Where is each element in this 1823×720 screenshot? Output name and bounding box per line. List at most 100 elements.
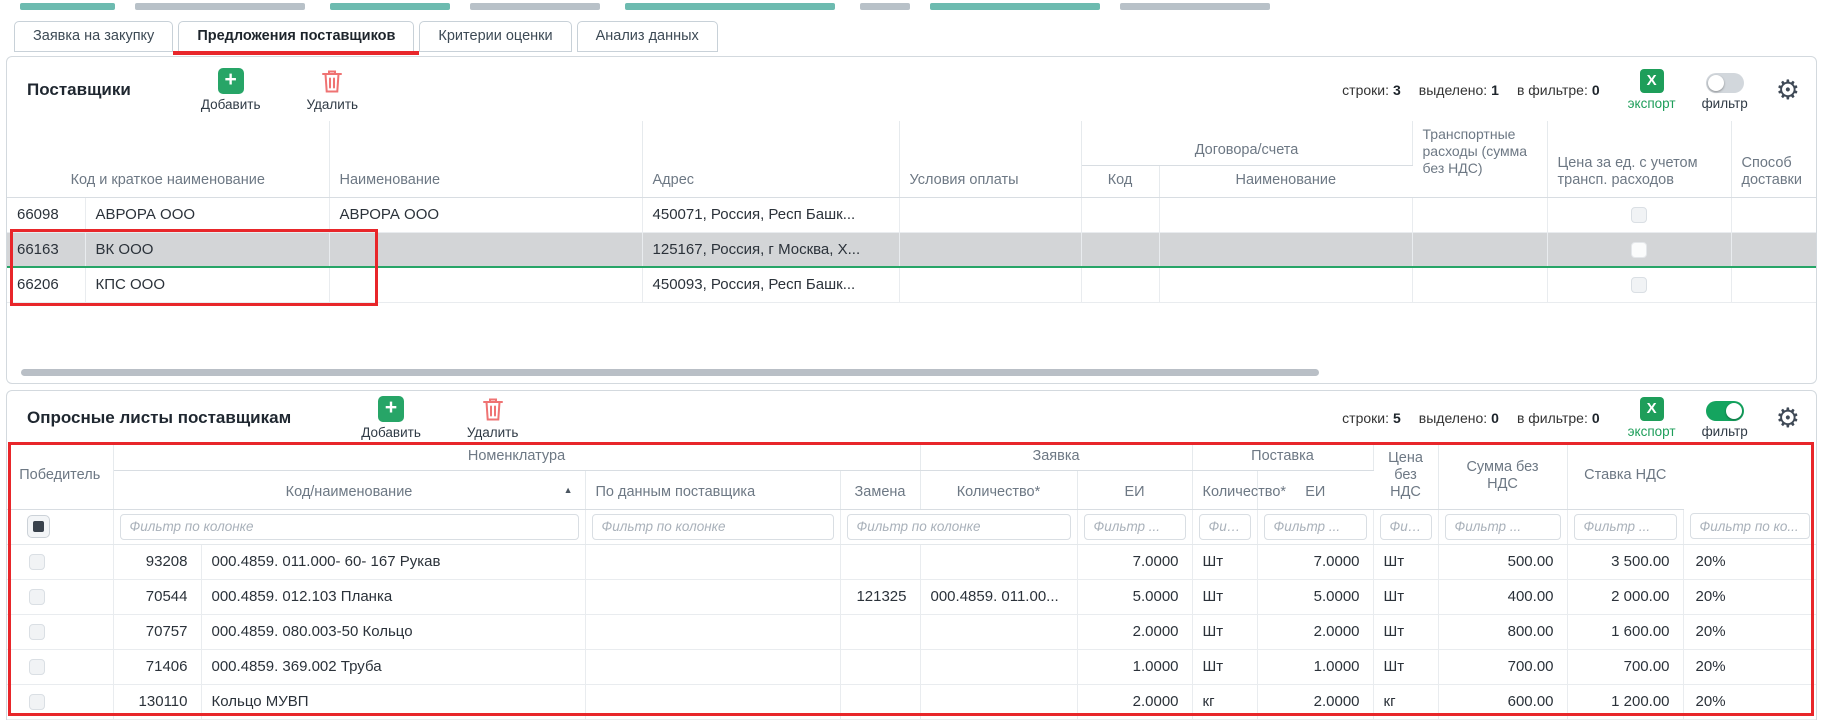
cell-unit-delivery: кг	[1373, 684, 1438, 719]
filter-input-qty-delivery[interactable]	[1264, 514, 1367, 540]
winner-filter-checkbox[interactable]	[27, 515, 50, 538]
horizontal-scrollbar[interactable]	[21, 369, 1319, 376]
filter-cell	[1373, 509, 1438, 544]
filter-input-qty-request[interactable]	[1084, 514, 1186, 540]
col-header-name[interactable]: Наименование	[329, 121, 642, 197]
cell-transport	[1412, 197, 1547, 232]
cell-name: 000.4859. 012.103 Планка	[201, 579, 585, 614]
col-header-contract-name[interactable]: Наименование	[1159, 165, 1412, 197]
winner-checkbox[interactable]	[29, 624, 45, 640]
cell-unit-request: Шт	[1192, 579, 1257, 614]
cell-delivery	[1731, 197, 1816, 232]
cell-unit-request: Шт	[1192, 544, 1257, 579]
tab-supplier-offers[interactable]: Предложения поставщиков	[178, 21, 414, 52]
cell-payment	[899, 197, 1081, 232]
filter-input-replacement[interactable]	[847, 514, 1071, 540]
unit-price-checkbox[interactable]	[1631, 207, 1647, 223]
cell-supplier-data	[585, 579, 840, 614]
sheet-row[interactable]: 71406 000.4859. 369.002 Труба 1.0000 Шт …	[7, 649, 1816, 684]
col-header-sum-no-vat[interactable]: Сумма без НДС	[1438, 443, 1567, 509]
winner-checkbox[interactable]	[29, 694, 45, 710]
filter-cell	[1192, 509, 1257, 544]
sheet-row[interactable]: 93208 000.4859. 011.000- 60- 167 Рукав 7…	[7, 544, 1816, 579]
col-header-transport-costs[interactable]: Транспортные расходы (сумма без НДС)	[1412, 121, 1547, 197]
col-header-contract-code[interactable]: Код	[1081, 165, 1159, 197]
settings-gear-icon[interactable]: ⚙	[1776, 77, 1800, 104]
col-header-code-short-name[interactable]: Код и краткое наименование	[7, 121, 329, 197]
cell-address: 450093, Россия, Респ Башк...	[642, 267, 899, 302]
cell-vat: 20%	[1683, 684, 1816, 719]
tab-purchase-request[interactable]: Заявка на закупку	[14, 21, 173, 52]
export-excel-button[interactable]: X экспорт	[1628, 69, 1676, 111]
col-header-vat-rate[interactable]: Ставка НДС	[1567, 443, 1683, 509]
cell-sum: 2 000.00	[1567, 579, 1683, 614]
cell-repl-name	[920, 544, 1077, 579]
cell-unit-price	[1547, 232, 1731, 267]
col-header-winner[interactable]: Победитель	[7, 443, 113, 509]
cell-name: 000.4859. 369.002 Труба	[201, 649, 585, 684]
cell-contract-name	[1159, 197, 1412, 232]
sort-asc-icon: ▲	[564, 482, 573, 499]
add-sheet-row-button[interactable]: + Добавить	[361, 396, 421, 440]
cell-code: 93208	[113, 544, 201, 579]
supplier-row[interactable]: 66098 АВРОРА ООО АВРОРА ООО 450071, Росс…	[7, 197, 1816, 232]
filter-cell	[1683, 509, 1816, 544]
sheet-row[interactable]: 130110 Кольцо МУВП 2.0000 кг 2.0000 кг 6…	[7, 684, 1816, 719]
col-header-delivery-method[interactable]: Способ доставки	[1731, 121, 1816, 197]
cell-sum: 1 600.00	[1567, 614, 1683, 649]
filter-input-code-name[interactable]	[120, 514, 579, 540]
delete-sheet-row-button[interactable]: Удалить	[467, 396, 519, 440]
col-header-supplier-data[interactable]: По данным поставщика	[585, 470, 840, 509]
unit-price-checkbox[interactable]	[1631, 242, 1647, 258]
chrome-fragment	[330, 3, 450, 10]
filter-label: фильтр	[1702, 424, 1748, 439]
winner-checkbox[interactable]	[29, 589, 45, 605]
col-header-code-name[interactable]: Код/наименование ▲	[113, 470, 585, 509]
sheet-row[interactable]: 70544 000.4859. 012.103 Планка 121325 00…	[7, 579, 1816, 614]
col-header-qty-delivery[interactable]: Количество*	[1192, 470, 1257, 509]
supplier-row[interactable]: 66206 КПС ООО 450093, Россия, Респ Башк.…	[7, 267, 1816, 302]
settings-gear-icon[interactable]: ⚙	[1776, 405, 1800, 432]
supplier-row-selected[interactable]: 66163 ВК ООО 125167, Россия, г Москва, Х…	[7, 232, 1816, 267]
delete-button-label: Удалить	[467, 425, 519, 440]
cell-transport	[1412, 232, 1547, 267]
unit-price-checkbox[interactable]	[1631, 277, 1647, 293]
delete-button-label: Удалить	[307, 97, 359, 112]
add-supplier-button[interactable]: + Добавить	[201, 68, 261, 112]
filter-toggle-control[interactable]: фильтр	[1702, 70, 1748, 111]
sheet-row[interactable]: 70757 000.4859. 080.003-50 Кольцо 2.0000…	[7, 614, 1816, 649]
cell-unit-request: кг	[1192, 684, 1257, 719]
cell-sum: 700.00	[1567, 649, 1683, 684]
cell-vat: 20%	[1683, 579, 1816, 614]
tab-evaluation-criteria[interactable]: Критерии оценки	[419, 21, 571, 52]
filter-input-supplier-data[interactable]	[592, 514, 834, 540]
cell-contract-code	[1081, 232, 1159, 267]
col-header-unit-request[interactable]: ЕИ	[1077, 470, 1192, 509]
col-header-replacement[interactable]: Замена	[840, 470, 920, 509]
cell-repl-code: 121325	[840, 579, 920, 614]
filter-input-unit-delivery[interactable]	[1380, 514, 1432, 540]
filter-input-price[interactable]	[1445, 514, 1561, 540]
winner-checkbox[interactable]	[29, 659, 45, 675]
filter-toggle-off[interactable]	[1706, 73, 1744, 93]
export-excel-button[interactable]: X экспорт	[1628, 397, 1676, 439]
add-button-label: Добавить	[361, 425, 421, 440]
col-header-payment-terms[interactable]: Условия оплаты	[899, 121, 1081, 197]
filter-input-unit-request[interactable]	[1199, 514, 1251, 540]
filter-input-sum[interactable]	[1574, 514, 1677, 540]
cell-supplier-data	[585, 544, 840, 579]
col-header-price-no-vat[interactable]: Цена без НДС	[1373, 443, 1438, 509]
winner-checkbox[interactable]	[29, 554, 45, 570]
delete-supplier-button[interactable]: Удалить	[307, 68, 359, 112]
cell-repl-name: 000.4859. 011.00...	[920, 579, 1077, 614]
filter-input-vat[interactable]	[1690, 513, 1810, 539]
col-header-address[interactable]: Адрес	[642, 121, 899, 197]
tab-data-analysis[interactable]: Анализ данных	[577, 21, 718, 52]
col-header-unit-price[interactable]: Цена за ед. с учетом трансп. расходов	[1547, 121, 1731, 197]
cell-unit-delivery: Шт	[1373, 649, 1438, 684]
filter-toggle-control[interactable]: фильтр	[1702, 398, 1748, 439]
filter-toggle-on[interactable]	[1706, 401, 1744, 421]
chrome-fragment	[625, 3, 835, 10]
col-header-qty-request[interactable]: Количество*	[920, 470, 1077, 509]
cell-code: 71406	[113, 649, 201, 684]
